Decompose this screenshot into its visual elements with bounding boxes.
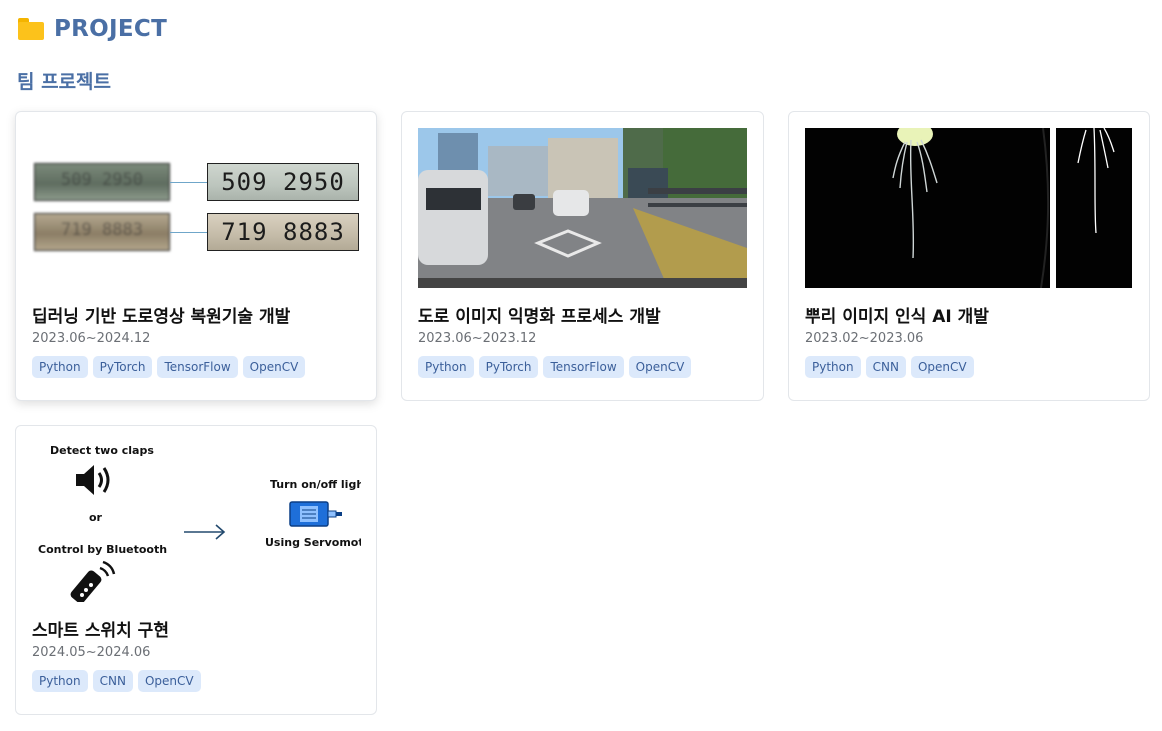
tag: Python xyxy=(32,670,88,692)
tag: PyTorch xyxy=(92,356,153,378)
detect-claps-label: Detect two claps xyxy=(50,444,154,457)
page-header: PROJECT xyxy=(18,14,167,44)
tag: OpenCV xyxy=(242,356,306,378)
folder-icon xyxy=(18,18,44,40)
root-photo xyxy=(805,128,1050,288)
project-title: 도로 이미지 익명화 프로세스 개발 xyxy=(418,307,661,327)
arrow-line xyxy=(170,232,207,233)
section-title: 팀 프로젝트 xyxy=(17,71,112,93)
speaker-icon xyxy=(76,465,110,495)
arrow-line xyxy=(170,182,207,183)
project-date: 2023.06~2023.12 xyxy=(418,331,537,346)
project-card-root-recognition[interactable]: 뿌리 이미지 인식 AI 개발 2023.02~2023.06 Python C… xyxy=(788,111,1150,401)
project-title: 스마트 스위치 구현 xyxy=(32,621,169,641)
tag: Python xyxy=(32,356,88,378)
project-date: 2023.06~2024.12 xyxy=(32,331,151,346)
tag: OpenCV xyxy=(137,670,201,692)
tag: TensorFlow xyxy=(157,356,238,378)
or-label: or xyxy=(89,511,102,524)
blurry-plate-top: 509 2950 xyxy=(34,163,170,201)
servomotor-icon xyxy=(289,501,342,527)
project-date: 2024.05~2024.06 xyxy=(32,645,151,660)
tag-list: Python PyTorch TensorFlow OpenCV xyxy=(418,356,692,378)
tag: OpenCV xyxy=(628,356,692,378)
bluetooth-label: Control by Bluetooth xyxy=(38,543,168,556)
tag-list: Python CNN OpenCV xyxy=(32,670,201,692)
tag-list: Python PyTorch TensorFlow OpenCV xyxy=(32,356,306,378)
tag-list: Python CNN OpenCV xyxy=(805,356,974,378)
restored-plate-top: 509 2950 xyxy=(207,163,359,201)
plate-restoration-image: 509 2950 509 2950 719 8883 719 8883 xyxy=(32,128,361,288)
blurry-plate-bottom: 719 8883 xyxy=(34,213,170,251)
arrow-right-icon xyxy=(184,524,226,540)
project-card-road-restoration[interactable]: 509 2950 509 2950 719 8883 719 8883 딥러닝 … xyxy=(15,111,377,401)
tag: OpenCV xyxy=(910,356,974,378)
road-scene-image xyxy=(418,128,747,288)
turn-lights-label: Turn on/off lights xyxy=(270,478,361,491)
project-card-road-anonymization[interactable]: 도로 이미지 익명화 프로세스 개발 2023.06~2023.12 Pytho… xyxy=(401,111,764,401)
tag: TensorFlow xyxy=(543,356,624,378)
root-image xyxy=(805,128,1134,288)
smart-switch-diagram: Detect two claps or Control by Bluetooth… xyxy=(32,442,361,602)
road-scene-svg xyxy=(418,128,747,288)
root-mask-image xyxy=(1056,128,1132,288)
project-date: 2023.02~2023.06 xyxy=(805,331,924,346)
tag: CNN xyxy=(865,356,906,378)
tag: Python xyxy=(418,356,474,378)
project-title: 딥러닝 기반 도로영상 복원기술 개발 xyxy=(32,307,291,327)
tag: PyTorch xyxy=(478,356,539,378)
project-card-smart-switch[interactable]: Detect two claps or Control by Bluetooth… xyxy=(15,425,377,715)
tag: CNN xyxy=(92,670,133,692)
project-title: 뿌리 이미지 인식 AI 개발 xyxy=(805,307,989,327)
page-title: PROJECT xyxy=(54,16,168,42)
tag: Python xyxy=(805,356,861,378)
restored-plate-bottom: 719 8883 xyxy=(207,213,359,251)
servomotor-label: Using Servomotor xyxy=(265,536,361,549)
remote-control-icon xyxy=(70,560,116,602)
